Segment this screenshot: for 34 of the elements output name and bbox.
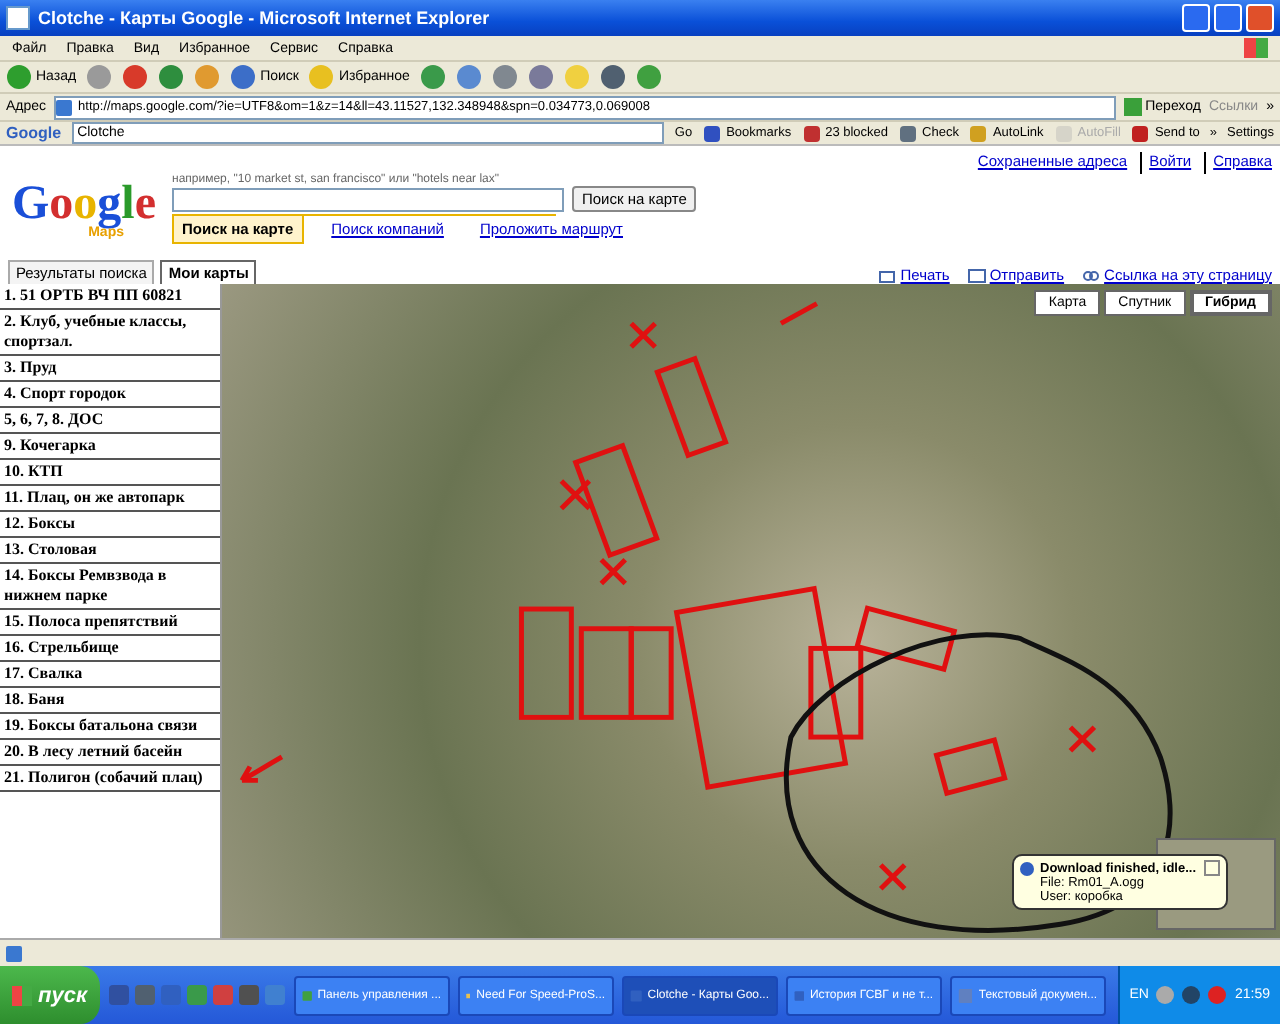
maximize-button[interactable] bbox=[1214, 4, 1242, 32]
place-entry: 1. 51 ОРТБ ВЧ ПП 60821 bbox=[0, 286, 220, 310]
place-entry: 21. Полигон (собачий плац) bbox=[0, 768, 220, 792]
place-entry: 20. В лесу летний басейн bbox=[0, 742, 220, 766]
quick-launch-icon[interactable] bbox=[107, 984, 130, 1006]
place-entry: 5, 6, 7, 8. ДОС bbox=[0, 410, 220, 434]
place-entry: 2. Клуб, учебные классы, спортзал. bbox=[0, 312, 220, 356]
place-entry: 10. КТП bbox=[0, 462, 220, 486]
quick-launch-icon[interactable] bbox=[133, 984, 156, 1006]
page-icon bbox=[6, 945, 22, 961]
link-icon bbox=[1082, 267, 1101, 283]
place-entry: 13. Столовая bbox=[0, 540, 220, 564]
place-entry: 17. Свалка bbox=[0, 664, 220, 688]
close-button[interactable] bbox=[1246, 4, 1274, 32]
search-field[interactable] bbox=[172, 187, 564, 211]
place-entry: 16. Стрельбище bbox=[0, 638, 220, 662]
quick-launch-icon[interactable] bbox=[237, 984, 260, 1006]
place-entry: 19. Боксы батальона связи bbox=[0, 716, 220, 740]
windows-logo-icon bbox=[1244, 38, 1268, 58]
info-icon bbox=[1020, 861, 1034, 875]
browser-icon bbox=[6, 6, 30, 30]
quick-launch-icon[interactable] bbox=[185, 984, 208, 1006]
place-entry: 9. Кочегарка bbox=[0, 436, 220, 460]
place-entry: 11. Плац, он же автопарк bbox=[0, 488, 220, 512]
close-icon[interactable] bbox=[1204, 860, 1220, 876]
place-entry: 3. Пруд bbox=[0, 358, 220, 382]
place-entry: 14. Боксы Ремвзвода в нижнем парке bbox=[0, 566, 220, 610]
minimize-button[interactable] bbox=[1182, 4, 1210, 32]
place-entry: 12. Боксы bbox=[0, 514, 220, 538]
place-entry: 15. Полоса препятствий bbox=[0, 612, 220, 636]
window-title: Clotche - Карты Google - Microsoft Internet Explorer bbox=[38, 8, 492, 28]
place-entry: 4. Спорт городок bbox=[0, 384, 220, 408]
place-entry: 18. Баня bbox=[0, 690, 220, 714]
google-toolbar-logo[interactable]: Google bbox=[6, 124, 62, 142]
